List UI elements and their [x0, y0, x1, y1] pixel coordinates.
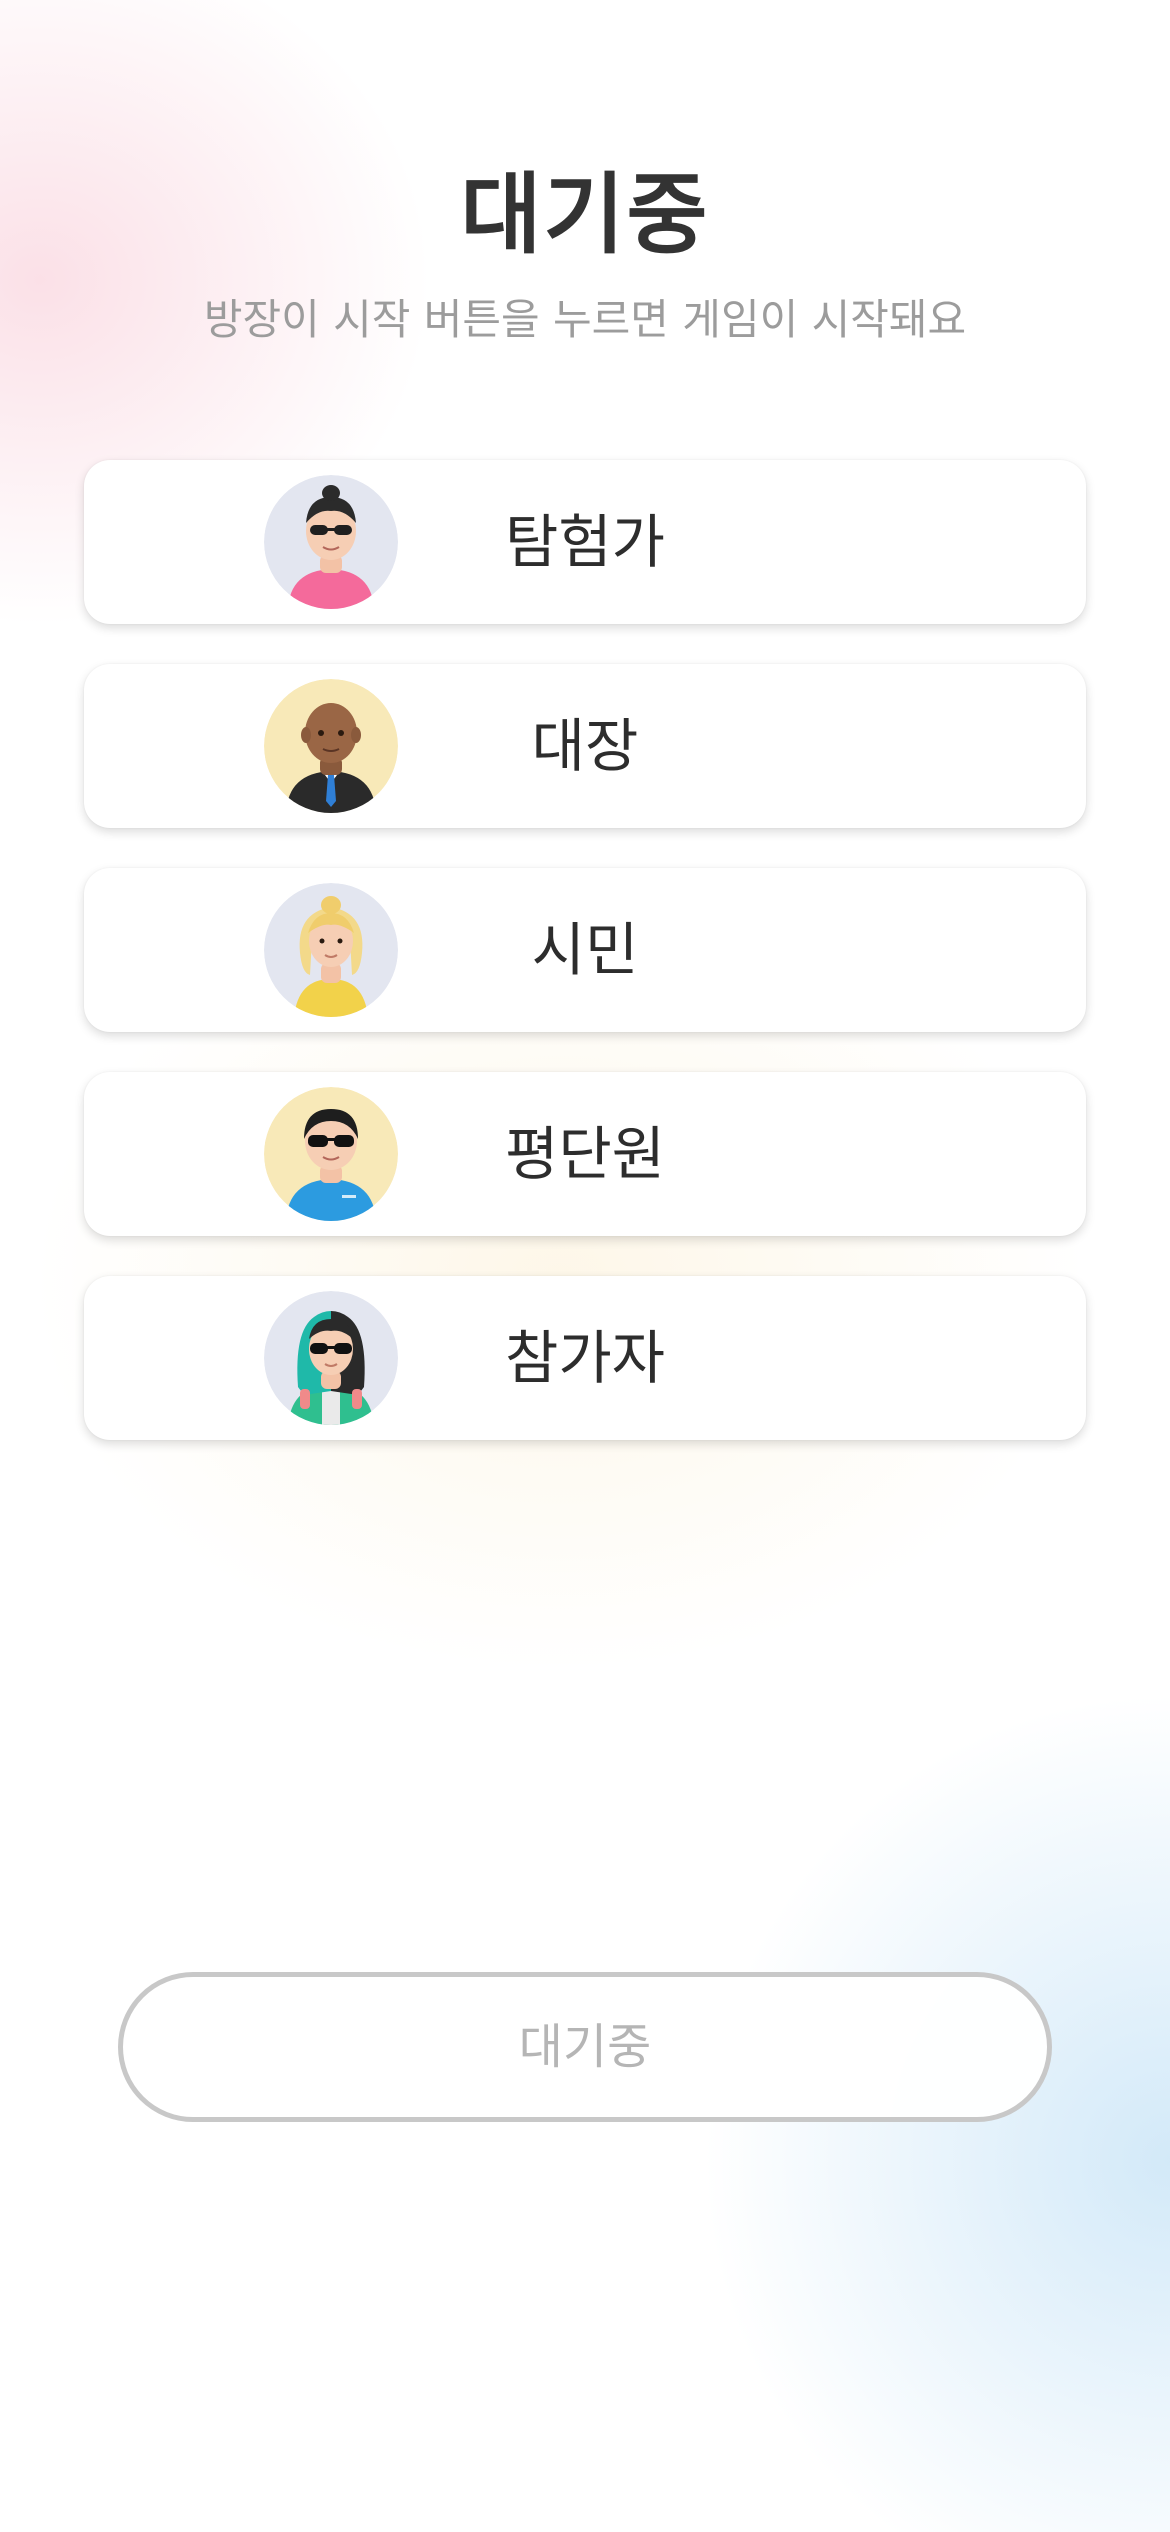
player-name: 시민	[531, 916, 639, 984]
player-name: 평단원	[504, 1120, 666, 1188]
player-card: 대장	[84, 664, 1086, 828]
player-card: 시민	[84, 868, 1086, 1032]
page-title: 대기중	[460, 163, 710, 266]
player-card: 평단원	[84, 1072, 1086, 1236]
player-card: 참가자	[84, 1276, 1086, 1440]
player-name: 탐험가	[504, 508, 666, 576]
waiting-button[interactable]: 대기중	[118, 1972, 1052, 2122]
page-subtitle: 방장이 시작 버튼을 누르면 게임이 시작돼요	[203, 295, 967, 344]
player-card: 탐험가	[84, 460, 1086, 624]
header: 대기중 방장이 시작 버튼을 누르면 게임이 시작돼요	[0, 160, 1170, 346]
player-name: 대장	[531, 712, 639, 780]
player-name: 참가자	[504, 1324, 666, 1392]
player-list: 탐험가 대장 시민 평단원 참가자	[84, 460, 1086, 1480]
